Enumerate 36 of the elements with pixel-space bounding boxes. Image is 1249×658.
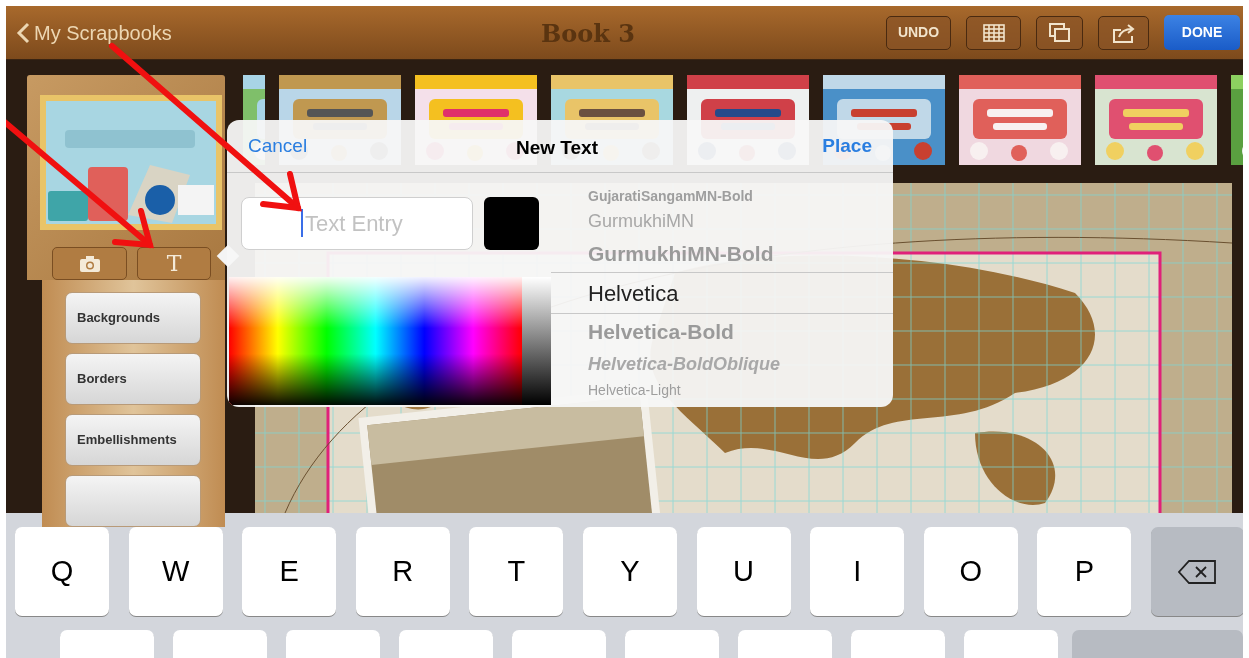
screen-title: Book 3	[541, 18, 635, 50]
photo-button[interactable]	[52, 247, 127, 280]
done-button[interactable]: DONE	[1164, 15, 1240, 50]
tool-button[interactable]	[65, 475, 201, 527]
delete-key[interactable]	[1150, 527, 1243, 616]
tool-button[interactable]: Embellishments	[65, 414, 201, 466]
cancel-button[interactable]: Cancel	[248, 131, 308, 161]
color-spectrum[interactable]	[229, 277, 522, 405]
tool-button[interactable]: Borders	[65, 353, 201, 405]
key[interactable]: Q	[15, 527, 109, 616]
camera-icon	[79, 255, 100, 272]
font-option[interactable]: Helvetica	[551, 272, 893, 314]
text-entry-field[interactable]: Text Entry	[241, 197, 473, 250]
key[interactable]: E	[242, 527, 337, 616]
key[interactable]: P	[1037, 527, 1132, 616]
key[interactable]: I	[810, 527, 905, 616]
key[interactable]: W	[128, 527, 223, 616]
chevron-left-icon	[16, 21, 30, 44]
copy-icon	[1048, 22, 1070, 42]
back-button[interactable]: My Scrapbooks	[16, 17, 172, 48]
key[interactable]: R	[355, 527, 450, 616]
place-button[interactable]: Place	[822, 131, 872, 161]
grid-button[interactable]	[966, 15, 1021, 50]
key[interactable]: Y	[582, 527, 677, 616]
duplicate-button[interactable]	[1036, 15, 1083, 50]
backspace-icon	[1178, 559, 1217, 584]
share-icon	[1112, 23, 1135, 43]
grid-icon	[982, 23, 1005, 42]
popover-title: New Text	[516, 136, 598, 160]
key[interactable]: O	[923, 527, 1018, 616]
share-button[interactable]	[1098, 15, 1149, 50]
tool-button[interactable]: Backgrounds	[65, 292, 201, 344]
undo-button[interactable]: UNDO	[886, 15, 951, 50]
key[interactable]: T	[469, 527, 564, 616]
color-swatch[interactable]	[484, 197, 539, 250]
key[interactable]: U	[696, 527, 791, 616]
